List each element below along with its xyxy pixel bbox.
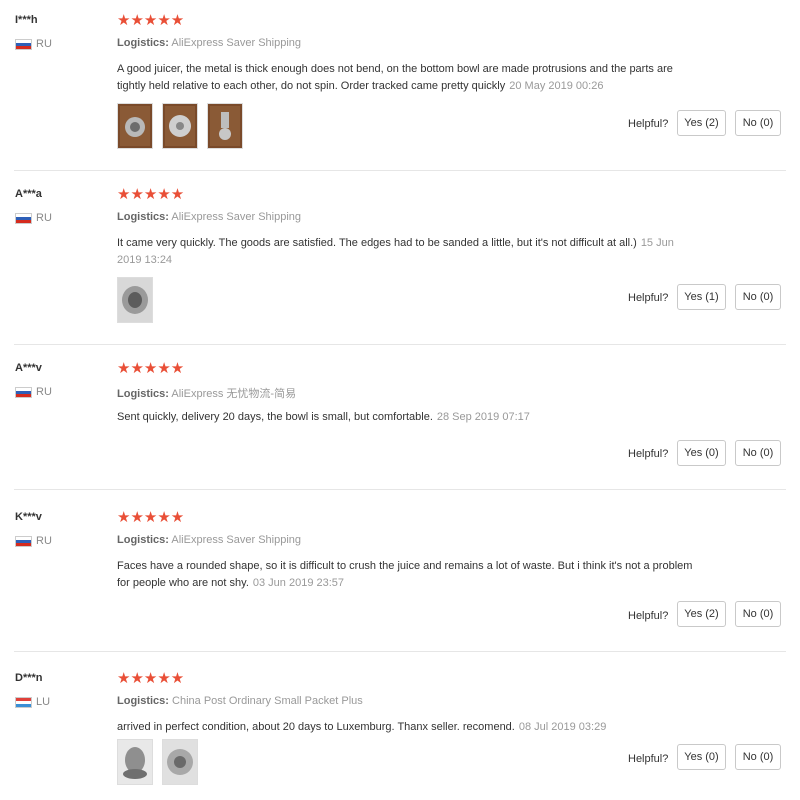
- reviewer-country: RU: [15, 386, 52, 398]
- helpful-yes-button[interactable]: Yes (2): [677, 110, 726, 136]
- review-photos: [117, 739, 198, 785]
- review-divider: [14, 489, 786, 490]
- review-photo[interactable]: [207, 103, 243, 149]
- star-rating: ★★★★★: [117, 670, 185, 687]
- review-date: 20 May 2019 00:26: [509, 80, 604, 92]
- helpful-label: Helpful?: [628, 753, 669, 765]
- review-text: arrived in perfect condition, about 20 d…: [117, 719, 697, 736]
- flag-ru-icon: [15, 38, 32, 50]
- flag-lu-icon: [15, 696, 32, 708]
- country-code: RU: [36, 386, 52, 398]
- review-photo[interactable]: [162, 103, 198, 149]
- country-code: RU: [36, 535, 52, 547]
- helpful-yes-button[interactable]: Yes (1): [677, 284, 726, 310]
- reviewer-name: D***n: [15, 672, 43, 684]
- juicer-photo-icon: [165, 106, 195, 146]
- logistics-info: Logistics: AliExpress Saver Shipping: [117, 37, 301, 49]
- helpful-yes-button[interactable]: Yes (2): [677, 601, 726, 627]
- star-rating: ★★★★★: [117, 360, 185, 377]
- logistics-info: Logistics: AliExpress Saver Shipping: [117, 534, 301, 546]
- star-rating: ★★★★★: [117, 509, 185, 526]
- review-text: It came very quickly. The goods are sati…: [117, 235, 697, 269]
- juicer-photo-icon: [118, 740, 152, 784]
- review-divider: [14, 651, 786, 652]
- reviewer-country: LU: [15, 696, 50, 708]
- logistics-value: AliExpress 无忧物流-简易: [171, 388, 297, 400]
- review-divider: [14, 344, 786, 345]
- helpful-yes-button[interactable]: Yes (0): [677, 440, 726, 466]
- logistics-label: Logistics:: [117, 695, 169, 707]
- juicer-photo-icon: [210, 106, 240, 146]
- review-body: arrived in perfect condition, about 20 d…: [117, 721, 515, 733]
- logistics-value: AliExpress Saver Shipping: [171, 534, 302, 546]
- logistics-info: Logistics: AliExpress Saver Shipping: [117, 211, 301, 223]
- review-body: Faces have a rounded shape, so it is dif…: [117, 560, 693, 589]
- reviewer-name: I***h: [15, 14, 38, 26]
- helpful-label: Helpful?: [628, 292, 669, 304]
- logistics-value: AliExpress Saver Shipping: [171, 37, 302, 49]
- helpful-no-button[interactable]: No (0): [735, 284, 781, 310]
- review-photo[interactable]: [117, 103, 153, 149]
- country-code: LU: [36, 696, 51, 708]
- helpful-no-button[interactable]: No (0): [735, 744, 781, 770]
- juicer-photo-icon: [163, 740, 197, 784]
- reviewer-country: RU: [15, 535, 52, 547]
- review-photo[interactable]: [117, 739, 153, 785]
- country-code: RU: [36, 212, 52, 224]
- review-body: It came very quickly. The goods are sati…: [117, 237, 637, 249]
- reviewer-country: RU: [15, 38, 52, 50]
- logistics-label: Logistics:: [117, 211, 169, 223]
- helpful-label: Helpful?: [628, 610, 669, 622]
- reviewer-country: RU: [15, 212, 52, 224]
- review-item: I***h RU ★★★★★ Logistics: AliExpress Sav…: [0, 0, 800, 171]
- helpful-no-button[interactable]: No (0): [735, 110, 781, 136]
- logistics-info: Logistics: AliExpress 无忧物流-简易: [117, 385, 296, 401]
- review-text: A good juicer, the metal is thick enough…: [117, 61, 697, 95]
- review-photo[interactable]: [117, 277, 153, 323]
- review-text: Faces have a rounded shape, so it is dif…: [117, 558, 697, 592]
- review-photos: [117, 103, 243, 149]
- flag-ru-icon: [15, 212, 32, 224]
- logistics-label: Logistics:: [117, 37, 169, 49]
- logistics-info: Logistics: China Post Ordinary Small Pac…: [117, 695, 363, 707]
- review-date: 28 Sep 2019 07:17: [436, 411, 530, 423]
- helpful-label: Helpful?: [628, 448, 669, 460]
- reviewer-name: A***v: [15, 362, 42, 374]
- logistics-label: Logistics:: [117, 534, 169, 546]
- star-rating: ★★★★★: [117, 186, 185, 203]
- country-code: RU: [36, 38, 52, 50]
- review-item: A***v RU ★★★★★ Logistics: AliExpress 无忧物…: [0, 348, 800, 490]
- helpful-label: Helpful?: [628, 118, 669, 130]
- review-item: A***a RU ★★★★★ Logistics: AliExpress Sav…: [0, 174, 800, 345]
- review-item: K***v RU ★★★★★ Logistics: AliExpress Sav…: [0, 497, 800, 652]
- review-date: 08 Jul 2019 03:29: [518, 721, 607, 733]
- helpful-no-button[interactable]: No (0): [735, 440, 781, 466]
- star-rating: ★★★★★: [117, 12, 185, 29]
- review-body: Sent quickly, delivery 20 days, the bowl…: [117, 411, 433, 423]
- review-divider: [14, 170, 786, 171]
- helpful-yes-button[interactable]: Yes (0): [677, 744, 726, 770]
- logistics-value: China Post Ordinary Small Packet Plus: [172, 695, 363, 707]
- helpful-no-button[interactable]: No (0): [735, 601, 781, 627]
- reviewer-name: A***a: [15, 188, 42, 200]
- juicer-photo-icon: [120, 106, 150, 146]
- review-photo[interactable]: [162, 739, 198, 785]
- logistics-value: AliExpress Saver Shipping: [171, 211, 302, 223]
- flag-ru-icon: [15, 386, 32, 398]
- review-item: D***n LU ★★★★★ Logistics: China Post Ord…: [0, 658, 800, 800]
- review-text: Sent quickly, delivery 20 days, the bowl…: [117, 409, 697, 426]
- review-photos: [117, 277, 153, 323]
- logistics-label: Logistics:: [117, 388, 169, 400]
- juicer-photo-icon: [118, 278, 152, 322]
- flag-ru-icon: [15, 535, 32, 547]
- reviewer-name: K***v: [15, 511, 42, 523]
- review-date: 03 Jun 2019 23:57: [252, 577, 345, 589]
